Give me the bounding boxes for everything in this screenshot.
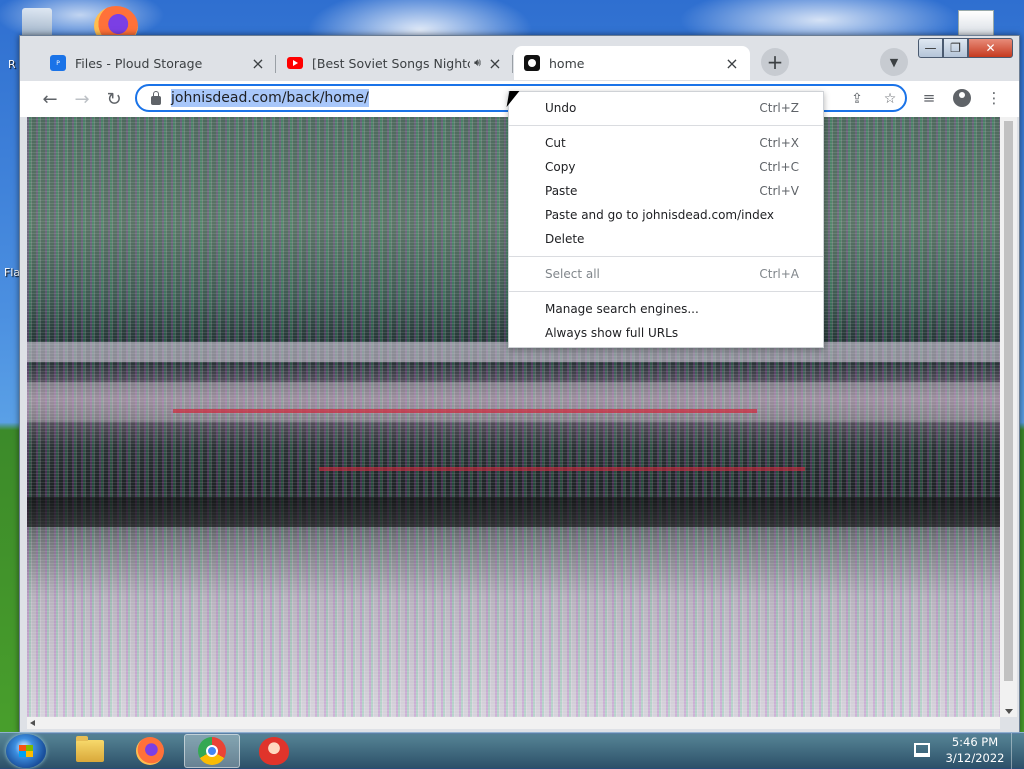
system-clock[interactable]: 5:46 PM 3/12/2022 [944,734,1006,766]
home-skull-icon [524,55,540,71]
tab-youtube[interactable]: [Best Soviet Songs Nightcore 🔊︎ × [277,46,513,80]
start-button[interactable] [6,734,46,768]
context-menu: Undo Ctrl+Z Cut Ctrl+X Copy Ctrl+C Paste… [508,91,824,348]
menu-item-shortcut: Ctrl+C [759,160,799,174]
clock-date: 3/12/2022 [945,751,1005,765]
vertical-scrollbar[interactable] [1000,117,1017,717]
tab-search-button[interactable]: ▼ [880,48,908,76]
tab-title: [Best Soviet Songs Nightcore [312,55,470,71]
close-icon[interactable]: × [487,54,503,73]
back-button[interactable]: ← [37,86,63,112]
file-explorer-icon [76,736,104,762]
menu-item-shortcut: Ctrl+Z [759,101,799,115]
taskbar: 5:46 PM 3/12/2022 [0,732,1024,769]
menu-item-label: Cut [545,136,566,150]
new-tab-button[interactable]: + [761,48,789,76]
scroll-down-icon[interactable] [1005,709,1013,714]
scrollbar-thumb[interactable] [1004,121,1013,681]
taskbar-file-explorer[interactable] [62,734,118,768]
lock-icon[interactable] [151,90,161,105]
maximize-button[interactable]: ❐ [943,38,968,58]
menu-item-label: Paste [545,184,578,198]
menu-item-always-show-full-urls[interactable]: Always show full URLs [509,321,823,345]
menu-item-undo[interactable]: Undo Ctrl+Z [509,96,823,120]
firefox-icon [136,737,164,765]
tab-files-ploud[interactable]: P Files - Ploud Storage × [40,46,276,80]
menu-divider [509,291,823,292]
tab-home[interactable]: home × [514,46,750,80]
taskbar-chrome[interactable] [184,734,240,768]
desktop-icon-label-partial: Fla [4,266,21,279]
clock-time: 5:46 PM [951,735,999,749]
menu-item-label: Always show full URLs [545,326,679,340]
menu-item-delete[interactable]: Delete [509,227,823,251]
arrow-left-icon: ← [42,88,58,110]
menu-item-paste[interactable]: Paste Ctrl+V [509,179,823,203]
tab-title: home [549,55,585,71]
menu-item-copy[interactable]: Copy Ctrl+C [509,155,823,179]
desktop-icon-label-partial: R [8,58,16,71]
scroll-left-icon[interactable] [30,720,35,726]
bookmark-star-icon[interactable]: ☆ [881,90,899,108]
close-window-button[interactable]: ✕ [968,38,1013,58]
glitch-band [172,409,757,413]
mascot-app-icon [259,737,289,765]
taskbar-mascot-app[interactable] [246,734,302,768]
close-icon[interactable]: × [250,54,266,73]
tab-strip: P Files - Ploud Storage × [Best Soviet S… [20,36,1019,81]
youtube-icon [287,57,303,69]
menu-item-paste-and-go[interactable]: Paste and go to johnisdead.com/index [509,203,823,227]
speaker-icon[interactable]: 🔊︎ [474,56,481,70]
reload-icon: ↻ [106,88,122,110]
tab-title: Files - Ploud Storage [75,55,203,71]
menu-item-shortcut: Ctrl+X [759,136,799,150]
chrome-icon [198,737,226,765]
menu-item-label: Select all [545,267,600,281]
horizontal-scrollbar[interactable] [27,717,1000,729]
menu-item-shortcut: Ctrl+A [759,267,799,281]
glitch-band [27,497,1000,527]
forward-button[interactable]: → [69,86,95,112]
close-icon[interactable]: × [724,54,740,73]
share-icon[interactable]: ⇪ [848,90,866,108]
menu-item-select-all[interactable]: Select all Ctrl+A [509,262,823,286]
reload-button[interactable]: ↻ [101,86,127,112]
minimize-button[interactable]: — [918,38,943,58]
profile-button[interactable] [952,88,972,108]
menu-item-shortcut: Ctrl+V [759,184,799,198]
menu-item-manage-search-engines[interactable]: Manage search engines... [509,297,823,321]
menu-item-label: Paste and go to johnisdead.com/index [545,208,774,222]
menu-item-label: Copy [545,160,576,174]
menu-item-cut[interactable]: Cut Ctrl+X [509,131,823,155]
ploud-icon: P [50,55,66,71]
media-control-icon[interactable]: ≡ [919,88,939,108]
glitch-band [318,467,806,471]
network-icon[interactable] [914,743,930,757]
menu-kebab-icon[interactable]: ⋮ [984,88,1004,108]
menu-divider [509,125,823,126]
chevron-down-icon: ▼ [889,55,899,69]
url-text[interactable]: johnisdead.com/back/home/ [171,89,369,107]
show-desktop-button[interactable] [1011,733,1024,769]
menu-item-label: Undo [545,101,577,115]
menu-divider [509,256,823,257]
menu-item-label: Delete [545,232,585,246]
avatar-icon [953,89,971,107]
taskbar-firefox[interactable] [122,734,178,768]
windows-logo-icon [19,745,33,757]
arrow-right-icon: → [74,88,90,110]
glitch-band [27,382,1000,422]
menu-item-label: Manage search engines... [545,302,699,316]
